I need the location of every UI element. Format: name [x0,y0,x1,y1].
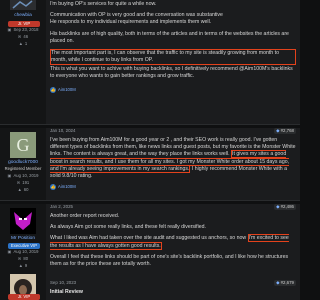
stat-joined: ▣ Sep 23, 2018 [7,27,39,32]
post-date[interactable]: Jan 2, 2025 [50,204,73,209]
post-2: Jan 10, 2024 ◆#2,768 G goodluck7000 Regi… [0,128,300,200]
message-icon: ✉ [16,180,21,185]
thumbs-up-icon: ▲ [18,263,23,268]
user-sidebar: G goodluck7000 Registered Member ▣ Aug 10… [0,128,46,200]
user-sidebar: Mr Position Executive VIP ▣ Aug 10, 2019 … [0,204,46,300]
paragraph: This is what you want to achive with buy… [50,66,293,80]
like-icon: 👍 [50,184,56,191]
reactions-bar[interactable]: 👍 Aim100M [50,86,296,93]
like-icon: 👍 [50,86,56,93]
divider [0,200,300,201]
avatar[interactable]: G [10,132,36,158]
post-number[interactable]: ◆#2,768 [274,128,296,135]
paragraph: I've been buying from Aim100M for a good… [50,137,296,180]
calendar-icon: ▣ [7,249,12,254]
divider [0,124,300,125]
paragraph: Initial Review [50,289,83,295]
stat-reactions: ▲ 60 [17,187,29,192]
user-badge: Jr. VIP [8,294,40,300]
avatar-letter: G [16,135,30,155]
post-number[interactable]: ◆#2,486 [274,204,296,211]
post-1: chewbia Jr. VIP ▣ Sep 23, 2018 ✉ 46 ▲ 1 I'm… [0,0,300,124]
bookmark-icon: ◆ [276,204,280,209]
post-3: Jan 2, 2025 ◆#2,486 Mr Position Executiv… [0,204,300,300]
paragraph: Another order report received. [50,213,120,219]
stat-reactions: ▲ 1 [18,41,28,46]
reactions-bar[interactable]: 👍 Aim100M [50,184,296,191]
paragraph: As always Aim got some really links, and… [50,224,206,231]
paragraph: Communication with OP is very good and t… [50,12,223,19]
paragraph-text: What I liked was Aim had taken over the … [50,235,247,242]
stat-joined: ▣ Aug 10, 2019 [7,249,39,254]
user-badge: Executive VIP [8,243,40,249]
post-meta: Jan 2, 2025 ◆#2,486 [50,204,296,212]
highlighted-paragraph: The most important part is, I can observ… [50,48,296,66]
post-body: Initial Review [50,289,296,300]
message-icon: ✉ [17,34,22,39]
post-meta: Sep 10, 2023 ◆#2,679 [50,280,296,288]
stat-messages: ✉ 80 [17,256,29,261]
username[interactable]: chewbia [0,13,46,20]
paragraph: What I liked was Aim had taken over the … [50,234,296,250]
user-sidebar: chewbia Jr. VIP ▣ Sep 23, 2018 ✉ 46 ▲ 1 [0,0,46,124]
stat-reactions: ▲ 9 [18,263,28,268]
bookmark-icon: ◆ [276,128,280,133]
stat-messages: ✉ 191 [16,180,30,185]
user-badge: Jr. VIP [8,21,40,27]
post-body: I've been buying from Aim100M for a good… [50,137,296,200]
bookmark-icon: ◆ [276,280,280,285]
calendar-icon: ▣ [7,173,12,178]
post-date[interactable]: Jan 10, 2024 [50,128,75,133]
post-body: I'm buying OP's services for quite a whi… [50,1,296,124]
user-title: Registered Member [4,166,42,171]
liker-name[interactable]: Aim100M [58,87,76,93]
paragraph: Overall I feel that these links should b… [50,253,289,267]
paragraph: His backlinks are of high quality, both … [50,30,289,44]
paragraph: I'm buying OP's services for quite a whi… [50,1,157,7]
post-number[interactable]: ◆#2,679 [274,280,296,287]
thumbs-up-icon: ▲ [17,187,22,192]
calendar-icon: ▣ [7,27,12,32]
post-meta: Jan 10, 2024 ◆#2,768 [50,128,296,136]
username[interactable]: Mr Position [0,236,46,243]
avatar[interactable] [10,208,36,234]
liker-name[interactable]: Aim100M [58,184,76,190]
post-date[interactable]: Sep 10, 2023 [50,280,76,285]
stat-messages: ✉ 46 [17,34,29,39]
stat-joined: ▣ Aug 10, 2019 [7,173,39,178]
message-icon: ✉ [17,256,22,261]
thumbs-up-icon: ▲ [18,41,23,46]
paragraph: He responds to my individual requirement… [50,19,212,26]
